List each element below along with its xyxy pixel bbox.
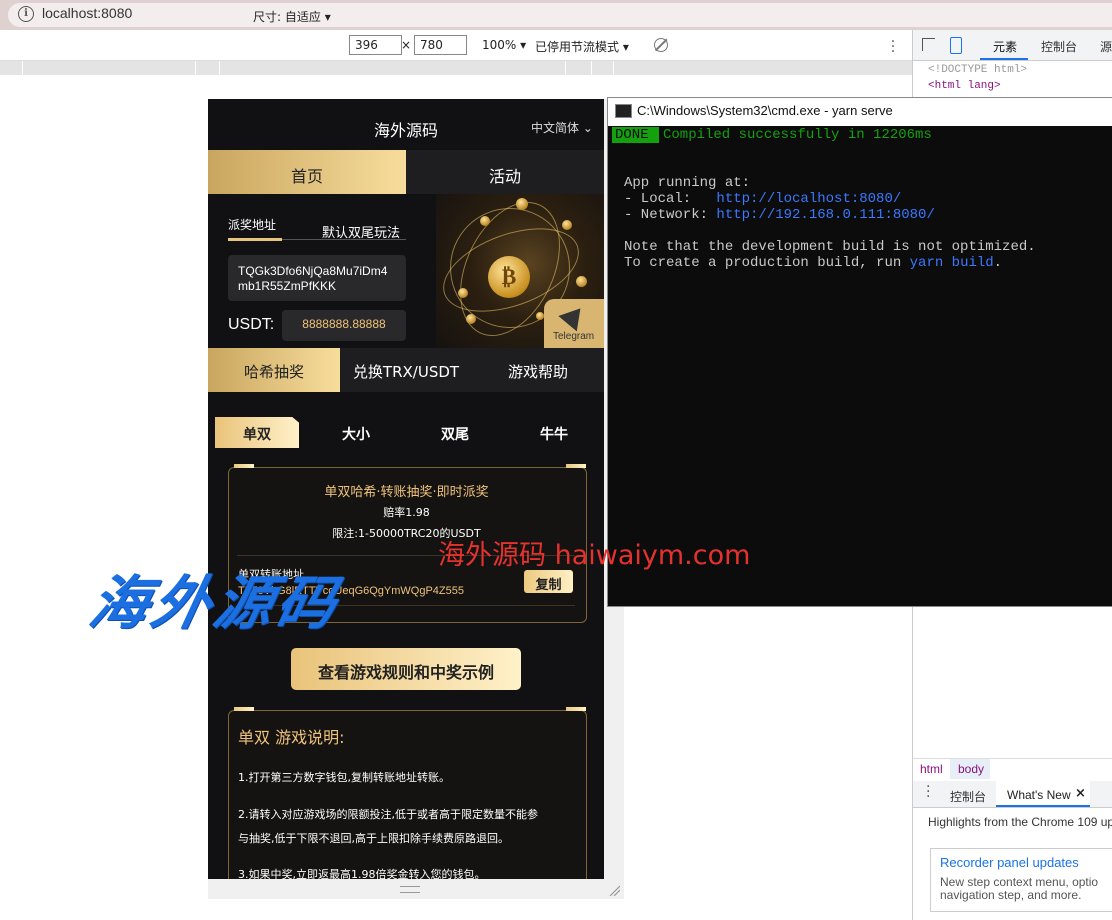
highlights-text: Highlights from the Chrome 109 up [928, 815, 1112, 829]
drawer-menu-icon[interactable]: · · · [926, 780, 930, 804]
nav-activity-label: 活动 [488, 167, 521, 186]
more-options-icon[interactable]: · · · [889, 35, 897, 59]
build-command: yarn build [909, 255, 994, 271]
note-prefix: To create a production build, run [624, 255, 910, 271]
dimensions-dropdown[interactable]: 尺寸: 自适应 ▾ [253, 8, 331, 25]
width-input[interactable]: 396 [349, 35, 402, 55]
height-input[interactable]: 780 [414, 35, 467, 55]
game-tab-label: 单双 [243, 427, 271, 443]
dom-doctype[interactable]: <!DOCTYPE html> [928, 64, 1027, 76]
ruler-tick [565, 61, 566, 75]
watermark-blue: 海外源码 [83, 569, 347, 637]
news-line: New step context menu, optio [940, 875, 1099, 889]
local-url[interactable]: http://localhost:8080/ [716, 191, 901, 207]
throttle-label: 已停用节流模式 [535, 40, 620, 54]
rotate-icon[interactable] [654, 38, 668, 52]
tab-sources[interactable]: 源 [1100, 38, 1112, 55]
terminal-line: - Network: http://192.168.0.111:8080/ [624, 207, 935, 223]
card-corner-tab [234, 707, 254, 711]
card-corner-tab [566, 464, 586, 468]
usdt-label: USDT: [228, 316, 275, 333]
network-url[interactable]: http://192.168.0.111:8080/ [716, 207, 934, 223]
card-odds: 赔率1.98 [383, 506, 430, 519]
ruler-tick [591, 61, 592, 75]
card-corner-tab [234, 464, 254, 468]
wallet-address-line: mb1R55ZmPfKKK [238, 279, 337, 293]
active-tab-indicator [980, 58, 1028, 60]
terminal-line: Note that the development build is not o… [624, 239, 1036, 255]
zoom-dropdown[interactable]: 100% ▾ [482, 38, 526, 52]
description-item: 2.请转入对应游戏场的限额投注,低于或者高于限定数量不能参 [238, 808, 538, 821]
dom-html-tag[interactable]: <html lang> [928, 80, 1001, 92]
language-label: 中文简体 [531, 121, 580, 135]
tab-award-address[interactable]: 派奖地址 [228, 216, 276, 233]
card-corner-tab [566, 707, 586, 711]
drawer-tab-console[interactable]: 控制台 [950, 788, 986, 805]
close-icon[interactable]: × [1075, 786, 1086, 801]
nav-home-label: 首页 [290, 167, 323, 186]
terminal-line: To create a production build, run yarn b… [624, 255, 1002, 271]
ruler-tick [613, 61, 614, 75]
drawer-tab-whats-new-label: What's New [1007, 788, 1071, 802]
ruler-tick [195, 61, 196, 75]
terminal-window [607, 97, 1112, 607]
watermark-red: 海外源码 haiwaiym.com [438, 540, 751, 571]
done-badge: DONE [612, 127, 659, 143]
tab-console[interactable]: 控制台 [1041, 38, 1077, 55]
description-item: 与抽奖,低于下限不退回,高于上限扣除手续费原路退回。 [238, 832, 509, 845]
compile-status: Compiled successfully in 12206ms [663, 127, 932, 143]
terminal-line: - Local: http://localhost:8080/ [624, 191, 901, 207]
times-sign: × [401, 38, 412, 52]
bitcoin-icon: ₿ [488, 256, 530, 298]
game-tab-big-small[interactable]: 大小 [316, 424, 396, 444]
terminal-title: C:\Windows\System32\cmd.exe - yarn serve [637, 103, 893, 118]
rules-button-label: 查看游戏规则和中奖示例 [317, 663, 494, 682]
news-title[interactable]: Recorder panel updates [940, 855, 1079, 870]
card-title: 单双哈希·转账抽奖·即时派奖 [324, 485, 489, 500]
description-title: 单双 游戏说明: [238, 728, 345, 747]
dropdown-arrow-icon: ▾ [520, 38, 527, 52]
inspect-element-icon[interactable] [922, 38, 935, 51]
crumb-body[interactable]: body [958, 762, 984, 776]
copy-button-label: 复制 [535, 578, 562, 593]
tab-elements[interactable]: 元素 [993, 38, 1017, 55]
crumb-html[interactable]: html [920, 762, 943, 776]
menu-help[interactable]: 游戏帮助 [472, 361, 604, 382]
tab-default-mode[interactable]: 默认双尾玩法 [322, 222, 400, 241]
url-text[interactable]: localhost:8080 [42, 5, 132, 21]
game-tab-double-tail[interactable]: 双尾 [415, 424, 495, 444]
breadcrumb [913, 758, 1112, 782]
wallet-address-box[interactable] [228, 255, 406, 301]
zoom-value: 100% [482, 38, 517, 52]
telegram-label: Telegram [553, 331, 595, 342]
tab-active-indicator [228, 238, 282, 241]
site-info-icon[interactable]: i [18, 6, 34, 22]
news-line: navigation step, and more. [940, 888, 1082, 902]
note-suffix: . [993, 255, 1003, 271]
cmd-icon [615, 104, 632, 118]
url-field[interactable] [8, 3, 1112, 27]
resize-grip-icon[interactable] [400, 886, 420, 893]
menu-exchange[interactable]: 兑换TRX/USDT [340, 361, 472, 382]
dropdown-arrow-icon: ▾ [324, 10, 331, 24]
description-item: 1.打开第三方数字钱包,复制转账地址转账。 [238, 771, 450, 784]
dimensions-label: 尺寸: 自适应 [253, 10, 321, 24]
network-label: - Network: [624, 207, 717, 223]
ruler-tick [22, 61, 23, 75]
ruler-tick [219, 61, 220, 75]
wallet-address-line: TQGk3Dfo6NjQa8Mu7iDm4 [238, 264, 388, 278]
media-query-ruler [0, 61, 912, 75]
language-selector[interactable]: 中文简体 ⌄ [531, 119, 593, 136]
game-tab-bull[interactable]: 牛牛 [514, 424, 594, 444]
terminal-line: App running at: [624, 175, 751, 191]
device-toggle-icon[interactable] [950, 37, 962, 54]
dropdown-arrow-icon: ▾ [622, 40, 629, 54]
local-label: - Local: [624, 191, 717, 207]
menu-hash-lottery-label: 哈希抽奖 [243, 363, 304, 381]
usdt-value: 8888888.88888 [302, 317, 386, 331]
corner-resize-icon[interactable] [608, 884, 620, 896]
throttle-dropdown[interactable]: 已停用节流模式 ▾ [535, 38, 629, 55]
chevron-down-icon: ⌄ [582, 121, 593, 135]
